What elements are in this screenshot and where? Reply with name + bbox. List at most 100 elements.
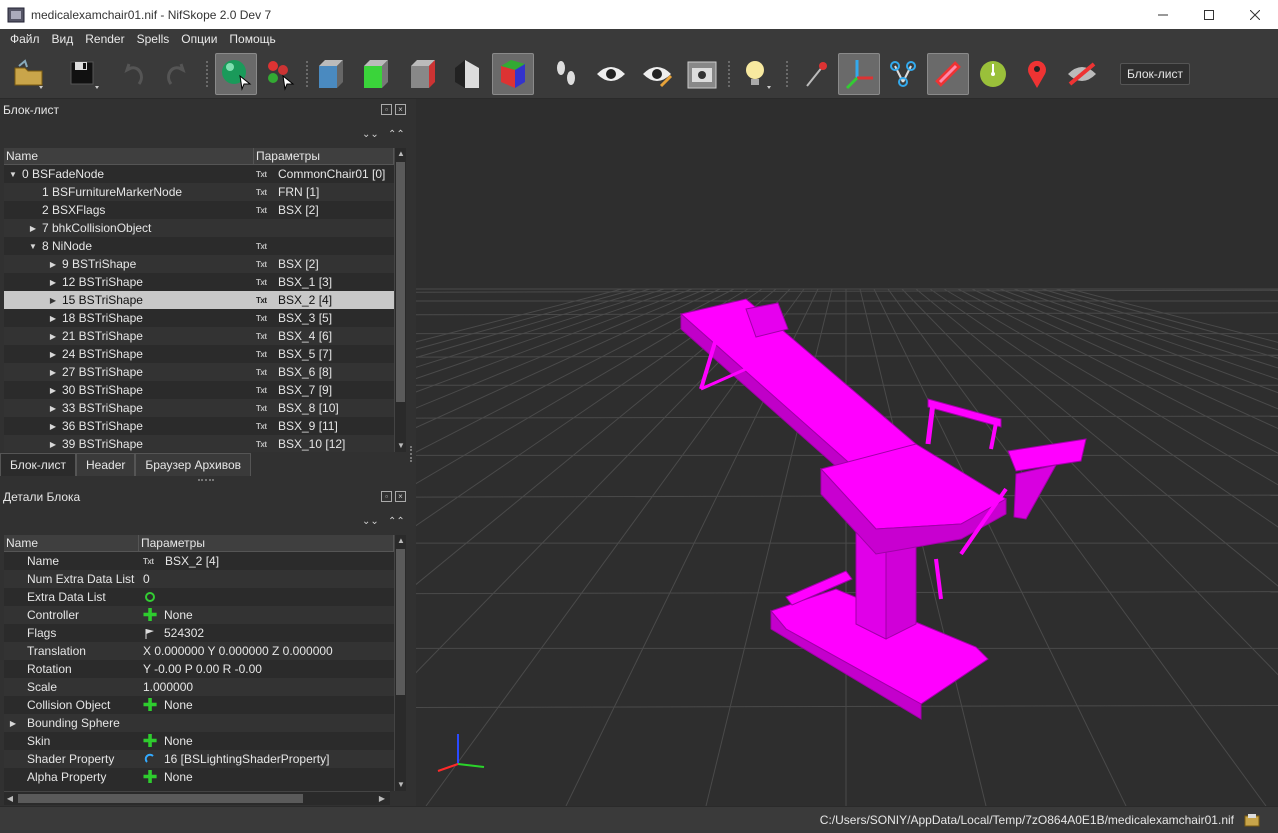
block-list-row[interactable]: 2 BSXFlags Txt BSX [2] — [4, 201, 406, 219]
block-list-row[interactable]: ▶ 7 bhkCollisionObject — [4, 219, 406, 237]
select-object-button[interactable] — [215, 53, 257, 95]
undo-button[interactable] — [112, 53, 154, 95]
show-havok-button[interactable] — [1016, 53, 1058, 95]
col-params[interactable]: Параметры — [139, 535, 394, 551]
menu-options[interactable]: Опции — [175, 32, 223, 46]
expand-arrow-icon[interactable]: ▶ — [48, 440, 58, 449]
save-button[interactable] — [62, 53, 104, 95]
detail-row[interactable]: Flags 524302 — [4, 624, 406, 642]
scrollbar-thumb[interactable] — [18, 794, 303, 803]
view-perspective-button[interactable] — [446, 53, 488, 95]
expand-arrow-icon[interactable]: ▶ — [8, 719, 18, 728]
scrollbar-thumb[interactable] — [396, 549, 405, 695]
scroll-up-icon[interactable]: ▲ — [395, 535, 406, 547]
plus-icon[interactable]: ✚ — [142, 734, 157, 748]
close-icon[interactable]: × — [395, 491, 406, 502]
link-icon[interactable] — [143, 752, 157, 766]
maximize-button[interactable] — [1186, 0, 1232, 29]
block-details-scrollbar[interactable]: ▲ ▼ — [394, 535, 406, 791]
block-list-row[interactable]: ▶ 21 BSTriShape Txt BSX_4 [6] — [4, 327, 406, 345]
expand-arrow-icon[interactable]: ▼ — [28, 242, 38, 251]
expand-all-icon[interactable]: ⌄⌄ — [362, 515, 379, 529]
close-icon[interactable]: × — [395, 104, 406, 115]
detail-row[interactable]: Controller ✚ None — [4, 606, 406, 624]
expand-arrow-icon[interactable]: ▶ — [48, 368, 58, 377]
detail-row[interactable]: Skin ✚ None — [4, 732, 406, 750]
scroll-left-icon[interactable]: ◀ — [4, 793, 16, 805]
view-front-button[interactable] — [310, 53, 352, 95]
float-icon[interactable]: ▫ — [381, 104, 392, 115]
block-list-scrollbar[interactable]: ▲ ▼ — [394, 148, 406, 452]
show-constraints-button[interactable] — [927, 53, 969, 95]
collapse-all-icon[interactable]: ⌃⌃ — [388, 128, 405, 142]
block-list-row[interactable]: ▶ 36 BSTriShape Txt BSX_9 [11] — [4, 417, 406, 435]
show-markers-button[interactable] — [972, 53, 1014, 95]
detail-row[interactable]: Alpha Property ✚ None — [4, 768, 406, 786]
detail-row[interactable]: Translation X 0.000000 Y 0.000000 Z 0.000… — [4, 642, 406, 660]
detail-row[interactable]: Num Extra Data List 0 — [4, 570, 406, 588]
minimize-button[interactable] — [1140, 0, 1186, 29]
col-name[interactable]: Name — [4, 535, 139, 551]
plus-icon[interactable]: ✚ — [142, 608, 157, 622]
expand-arrow-icon[interactable]: ▶ — [48, 386, 58, 395]
expand-arrow-icon[interactable]: ▶ — [48, 350, 58, 359]
tab-block-list[interactable]: Блок-лист — [0, 453, 76, 476]
detail-row[interactable]: ▶ Bounding Sphere — [4, 714, 406, 732]
scroll-down-icon[interactable]: ▼ — [395, 440, 406, 452]
view-top-button[interactable] — [402, 53, 444, 95]
menu-view[interactable]: Вид — [46, 32, 80, 46]
block-list-row[interactable]: ▶ 15 BSTriShape Txt BSX_2 [4] — [4, 291, 406, 309]
expand-arrow-icon[interactable]: ▶ — [48, 314, 58, 323]
refresh-icon[interactable] — [143, 590, 157, 604]
scroll-right-icon[interactable]: ▶ — [376, 793, 388, 805]
flag-icon[interactable] — [143, 626, 157, 640]
scroll-up-icon[interactable]: ▲ — [395, 148, 406, 160]
plus-icon[interactable]: ✚ — [142, 770, 157, 784]
scrollbar-thumb[interactable] — [396, 162, 405, 402]
col-name[interactable]: Name — [4, 148, 254, 164]
show-vertices-button[interactable] — [794, 53, 836, 95]
viewport-canvas[interactable] — [416, 99, 1278, 806]
expand-all-icon[interactable]: ⌄⌄ — [362, 128, 379, 142]
block-list-row[interactable]: ▶ 9 BSTriShape Txt BSX [2] — [4, 255, 406, 273]
horizontal-splitter-handle[interactable] — [198, 479, 214, 483]
detail-row[interactable]: Shader Property 16 [BSLightingShaderPrope… — [4, 750, 406, 768]
block-details-hscrollbar[interactable]: ◀ ▶ — [4, 791, 390, 805]
detail-row[interactable]: Extra Data List — [4, 588, 406, 606]
expand-arrow-icon[interactable]: ▶ — [48, 332, 58, 341]
open-button[interactable] — [8, 53, 50, 95]
select-vertex-button[interactable] — [260, 53, 302, 95]
float-icon[interactable]: ▫ — [381, 491, 392, 502]
expand-arrow-icon[interactable]: ▶ — [48, 260, 58, 269]
show-hidden-button[interactable] — [1061, 53, 1103, 95]
show-nodes-button[interactable] — [882, 53, 924, 95]
menu-spells[interactable]: Spells — [131, 32, 176, 46]
redo-button[interactable] — [156, 53, 198, 95]
menu-render[interactable]: Render — [79, 32, 130, 46]
detail-row[interactable]: Collision Object ✚ None — [4, 696, 406, 714]
close-button[interactable] — [1232, 0, 1278, 29]
block-list-row[interactable]: ▶ 30 BSTriShape Txt BSX_7 [9] — [4, 381, 406, 399]
block-list-row[interactable]: ▶ 12 BSTriShape Txt BSX_1 [3] — [4, 273, 406, 291]
lighting-button[interactable] — [734, 53, 776, 95]
block-list-row[interactable]: ▶ 27 BSTriShape Txt BSX_6 [8] — [4, 363, 406, 381]
hide-button[interactable] — [590, 53, 632, 95]
render-viewport[interactable] — [416, 99, 1278, 806]
plus-icon[interactable]: ✚ — [142, 698, 157, 712]
menu-help[interactable]: Помощь — [223, 32, 281, 46]
expand-arrow-icon[interactable]: ▼ — [8, 170, 18, 179]
dock-splitter-handle[interactable] — [410, 446, 414, 462]
col-params[interactable]: Параметры — [254, 148, 394, 164]
block-list-row[interactable]: ▼ 8 NiNode Txt — [4, 237, 406, 255]
block-list-row[interactable]: 1 BSFurnitureMarkerNode Txt FRN [1] — [4, 183, 406, 201]
detail-row[interactable]: Scale 1.000000 — [4, 678, 406, 696]
block-list-row[interactable]: ▶ 33 BSTriShape Txt BSX_8 [10] — [4, 399, 406, 417]
expand-arrow-icon[interactable]: ▶ — [28, 224, 38, 233]
expand-arrow-icon[interactable]: ▶ — [48, 296, 58, 305]
block-list-row[interactable]: ▶ 18 BSTriShape Txt BSX_3 [5] — [4, 309, 406, 327]
screenshot-button[interactable] — [681, 53, 723, 95]
medical-chair-mesh[interactable] — [679, 298, 1087, 720]
expand-arrow-icon[interactable]: ▶ — [48, 278, 58, 287]
collapse-all-icon[interactable]: ⌃⌃ — [388, 515, 405, 529]
show-button[interactable] — [636, 53, 678, 95]
